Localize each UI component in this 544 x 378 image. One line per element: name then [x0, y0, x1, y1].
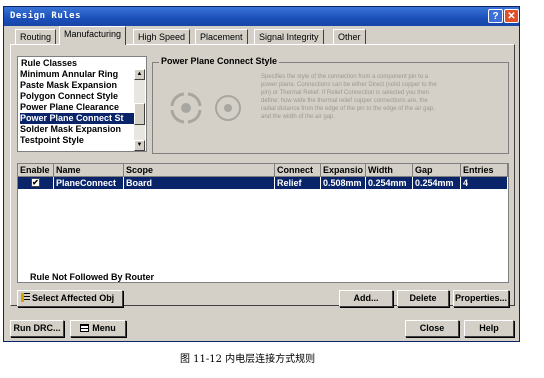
- grid-footer-note: Rule Not Followed By Router: [30, 272, 155, 282]
- select-affected-button[interactable]: Select Affected Obj: [17, 290, 123, 307]
- rule-class-item[interactable]: Solder Mask Expansion: [20, 124, 134, 135]
- table-row[interactable]: ✔ PlaneConnect Board Relief 0.508mm 0.25…: [18, 177, 508, 189]
- connect-cell[interactable]: Relief: [275, 177, 321, 189]
- close-button[interactable]: Close: [405, 320, 459, 337]
- rule-class-item[interactable]: Minimum Annular Ring: [20, 69, 134, 80]
- figure-caption: 图 11-12 内电层连接方式规则: [180, 354, 316, 365]
- add-button[interactable]: Add...: [339, 290, 393, 307]
- rule-description: Specifies the style of the connection fr…: [261, 74, 437, 120]
- tab-routing[interactable]: Routing: [15, 29, 57, 44]
- menu-button[interactable]: Menu: [70, 320, 126, 337]
- tab-signal-integrity[interactable]: Signal Integrity: [254, 29, 324, 44]
- tab-manufacturing[interactable]: Manufacturing: [59, 26, 127, 45]
- tab-high-speed[interactable]: High Speed: [133, 29, 191, 44]
- run-drc-button[interactable]: Run DRC...: [10, 320, 64, 337]
- enable-cell[interactable]: ✔: [18, 177, 54, 189]
- rule-class-item[interactable]: Paste Mask Expansion: [20, 80, 134, 91]
- scroll-down-icon[interactable]: ▼: [134, 140, 145, 151]
- scroll-up-icon[interactable]: ▲: [134, 69, 145, 80]
- scope-cell[interactable]: Board: [124, 177, 275, 189]
- rules-grid[interactable]: Enable Name Scope Connect Expansio Width…: [17, 163, 509, 283]
- delete-button[interactable]: Delete: [397, 290, 449, 307]
- rule-class-item[interactable]: Polygon Connect Style: [20, 91, 134, 102]
- col-enable[interactable]: Enable: [18, 164, 54, 177]
- name-cell[interactable]: PlaneConnect: [54, 177, 124, 189]
- title-bar[interactable]: Design Rules ? ✕: [4, 7, 519, 26]
- col-gap[interactable]: Gap: [413, 164, 461, 177]
- rule-classes-list[interactable]: Rule Classes Minimum Annular Ring Paste …: [17, 56, 147, 152]
- enable-checkbox[interactable]: ✔: [31, 178, 40, 187]
- col-name[interactable]: Name: [54, 164, 124, 177]
- title-help-button[interactable]: ?: [488, 9, 503, 23]
- window-title: Design Rules: [10, 11, 82, 21]
- select-objects-icon: [21, 293, 30, 302]
- tab-placement[interactable]: Placement: [195, 29, 248, 44]
- expansion-cell[interactable]: 0.508mm: [321, 177, 366, 189]
- help-button[interactable]: Help: [464, 320, 514, 337]
- col-width[interactable]: Width: [366, 164, 413, 177]
- rule-classes-header: Rule Classes: [21, 58, 78, 68]
- rule-class-item-selected[interactable]: Power Plane Connect St: [20, 113, 134, 124]
- entries-cell[interactable]: 4: [461, 177, 508, 189]
- col-entries[interactable]: Entries: [461, 164, 508, 177]
- menu-icon: [80, 324, 90, 332]
- groupbox-title: Power Plane Connect Style: [159, 56, 280, 66]
- gap-cell[interactable]: 0.254mm: [413, 177, 461, 189]
- rule-classes-scrollbar[interactable]: ▲ ▼: [134, 69, 145, 151]
- properties-button[interactable]: Properties...: [453, 290, 509, 307]
- width-cell[interactable]: 0.254mm: [366, 177, 413, 189]
- col-expansion[interactable]: Expansio: [321, 164, 366, 177]
- col-scope[interactable]: Scope: [124, 164, 275, 177]
- tab-other[interactable]: Other: [333, 29, 366, 44]
- direct-connect-icon: [215, 95, 241, 121]
- rule-class-item[interactable]: Testpoint Style: [20, 135, 134, 146]
- grid-header: Enable Name Scope Connect Expansio Width…: [18, 164, 508, 177]
- scroll-thumb[interactable]: [134, 103, 145, 125]
- col-connect[interactable]: Connect: [275, 164, 321, 177]
- connect-style-groupbox: Power Plane Connect Style Specifies the …: [152, 56, 509, 154]
- title-close-button[interactable]: ✕: [504, 9, 519, 23]
- rule-class-item[interactable]: Power Plane Clearance: [20, 102, 134, 113]
